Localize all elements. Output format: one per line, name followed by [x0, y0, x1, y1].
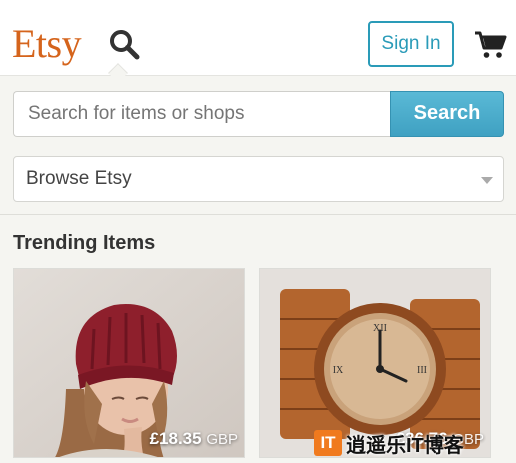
browse-label: Browse Etsy: [26, 168, 132, 189]
watermark-text: 逍遥乐IT博客: [346, 434, 464, 457]
sign-in-button[interactable]: Sign In: [368, 21, 454, 67]
search-button[interactable]: Search: [390, 91, 504, 137]
svg-text:III: III: [417, 365, 427, 376]
watermark-logo: IT: [314, 430, 342, 456]
search-input[interactable]: [13, 91, 391, 137]
price-value: £18.35: [149, 429, 202, 448]
search-icon[interactable]: [108, 28, 142, 62]
top-bar: Etsy Sign In: [0, 0, 516, 76]
trending-item-card[interactable]: £18.35 GBP: [13, 268, 245, 458]
price-label: £18.35 GBP: [150, 429, 238, 449]
trending-section: Trending Items £18.35 GBP XII III IX £36…: [0, 216, 516, 463]
svg-text:IX: IX: [333, 365, 344, 376]
price-currency: GBP: [206, 431, 238, 448]
section-title: Trending Items: [13, 232, 156, 254]
caret-down-icon: [481, 177, 493, 184]
svg-text:XII: XII: [373, 323, 387, 334]
etsy-logo[interactable]: Etsy: [12, 20, 82, 68]
search-panel: Search Browse Etsy: [0, 77, 516, 215]
watermark: IT 逍遥乐IT博客: [314, 429, 464, 457]
browse-etsy-select[interactable]: Browse Etsy: [13, 156, 504, 202]
cart-icon[interactable]: [474, 30, 508, 60]
